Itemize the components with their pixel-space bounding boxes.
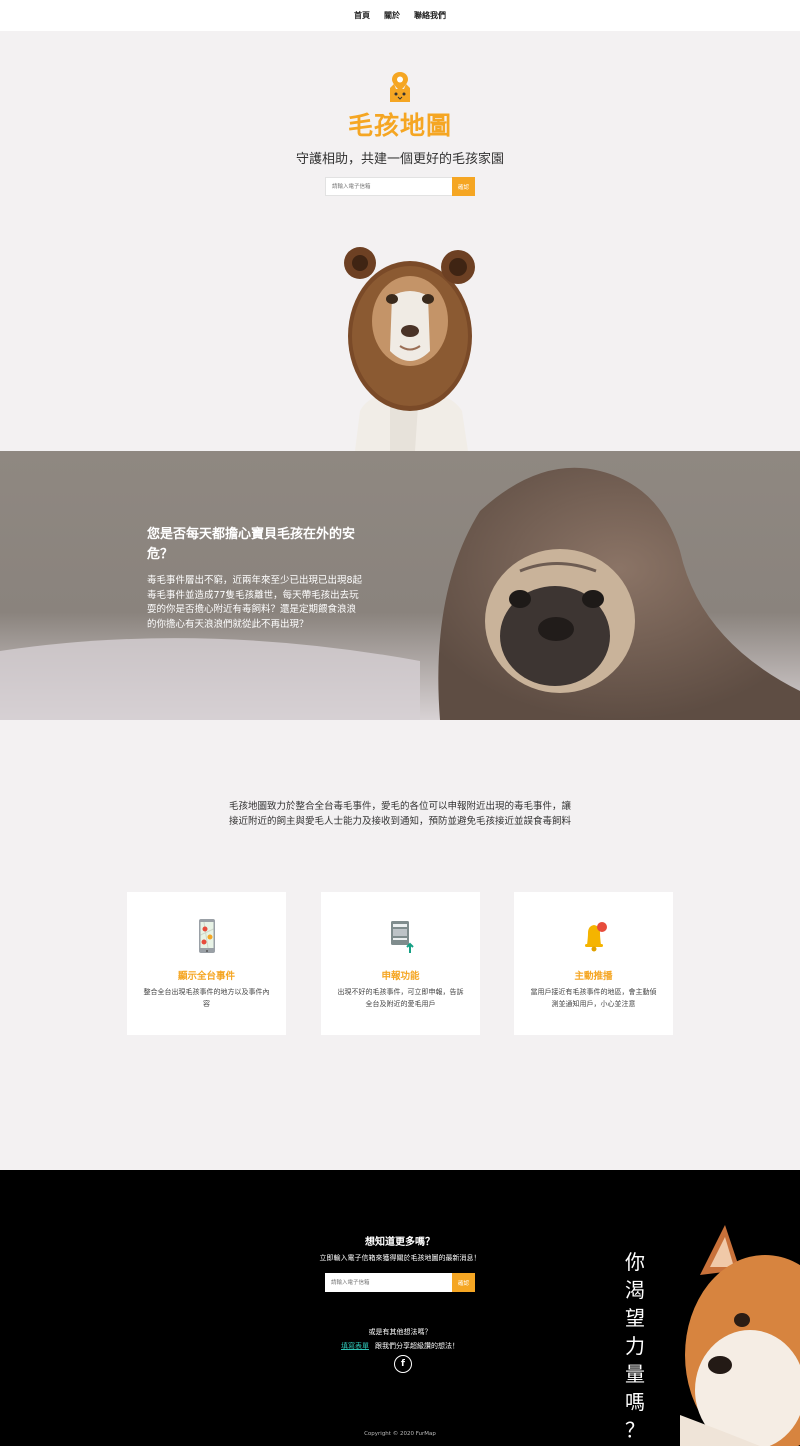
card-desc-push: 當用戶接近有毛孩事件的地區，會主動偵測並通知用戶，小心並注意: [530, 988, 657, 1008]
band-title: 您是否每天都擔心寶貝毛孩在外的安危？: [147, 527, 356, 562]
hero-section: 毛孩地圖 守護相助，共建一個更好的毛孩家園 確認: [0, 31, 800, 451]
facebook-icon[interactable]: f: [394, 1355, 412, 1373]
feature-card-report: 申報功能 出現不好的毛孩事件，可立即申報，告訴全台及附近的愛毛用戶: [321, 892, 480, 1035]
about-text: 毛孩地圖致力於整合全台毒毛事件，愛毛的各位可以申報附近出現的毒毛事件，讓接近附近…: [228, 801, 571, 827]
footer-signup-form: 確認: [325, 1273, 475, 1292]
footer-email-input[interactable]: [325, 1273, 452, 1292]
shiba-inu-image: [680, 1225, 800, 1446]
vertical-char: 力: [625, 1334, 645, 1358]
vertical-char: 量: [625, 1362, 645, 1386]
vertical-char: 你: [625, 1250, 645, 1274]
nav-about-link[interactable]: 關於: [384, 10, 400, 21]
card-desc-report: 出現不好的毛孩事件，可立即申報，告訴全台及附近的愛毛用戶: [337, 988, 464, 1008]
hero-submit-button[interactable]: 確認: [452, 177, 475, 196]
nav-contact-link[interactable]: 聯絡我們: [414, 10, 446, 21]
hero-signup-form: 確認: [325, 177, 475, 196]
share-text: 跟我們分享超級讚的想法！: [375, 1342, 459, 1350]
footer-submit-button[interactable]: 確認: [452, 1273, 475, 1292]
vertical-char: 望: [625, 1306, 645, 1330]
card-title-report: 申報功能: [381, 971, 420, 982]
vertical-char: 嗎: [625, 1390, 645, 1414]
hero-email-input[interactable]: [325, 177, 452, 196]
top-nav: 首頁 關於 聯絡我們: [0, 0, 800, 31]
vertical-char: ？: [625, 1418, 645, 1442]
notification-bell-icon: [585, 922, 607, 952]
vertical-slogan: 你 渴 望 力 量 嗎 ？: [620, 1248, 650, 1444]
dog-in-bear-hood-image: [344, 247, 475, 451]
feature-card-map: 顯示全台事件 整合全台出現毛孩事件的地方以及事件內容: [127, 892, 286, 1035]
hero-slogan: 守護相助，共建一個更好的毛孩家園: [295, 152, 504, 167]
brand-title: 毛孩地圖: [347, 111, 452, 140]
report-upload-icon: [391, 921, 414, 953]
vertical-char: 渴: [625, 1278, 645, 1302]
pug-feature-band: 您是否每天都擔心寶貝毛孩在外的安危？ 毒毛事件層出不窮，近兩年來至少已出現已出現…: [0, 451, 800, 720]
band-text: 毒毛事件層出不窮，近兩年來至少已出現已出現8起毒毛事件並造成77隻毛孩離世，每天…: [147, 575, 363, 630]
nav-home-link[interactable]: 首頁: [354, 10, 370, 21]
card-desc-map: 整合全台出現毛孩事件的地方以及事件內容: [143, 988, 270, 1008]
furmap-logo-icon: [390, 72, 410, 102]
copyright-text: Copyright © 2020 FurMap: [364, 1431, 436, 1437]
card-title-push: 主動推播: [574, 971, 613, 982]
footer: 想知道更多嗎？ 立即輸入電子信箱來獲得關於毛孩地圖的最新消息！ 確認 或是有其他…: [0, 1170, 800, 1446]
card-title-map: 顯示全台事件: [177, 971, 235, 982]
about-section: 毛孩地圖致力於整合全台毒毛事件，愛毛的各位可以申報附近出現的毒毛事件，讓接近附近…: [0, 720, 800, 1170]
pug-in-blanket-image: [0, 451, 800, 720]
form-link[interactable]: 填寫表單: [341, 1342, 369, 1350]
map-phone-icon: [199, 919, 215, 953]
feature-card-push: 主動推播 當用戶接近有毛孩事件的地區，會主動偵測並通知用戶，小心並注意: [514, 892, 673, 1035]
